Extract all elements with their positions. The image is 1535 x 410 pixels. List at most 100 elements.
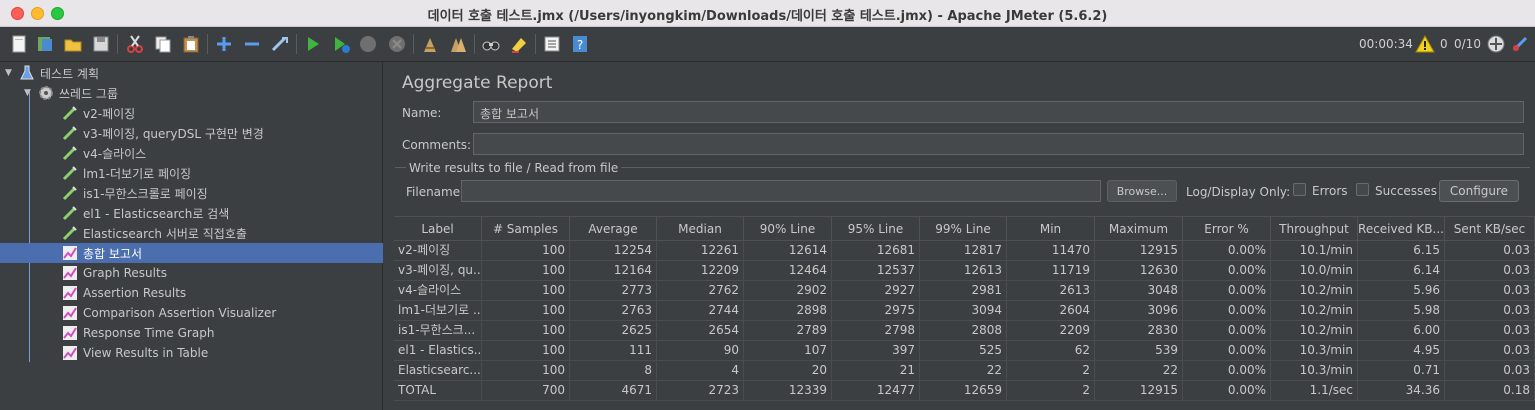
filename-input[interactable] <box>461 180 1101 202</box>
sampler-pipette-icon <box>62 125 78 141</box>
table-cell: 0.03 <box>1445 261 1535 281</box>
table-row[interactable]: v2-페이징 100 12254 12261 12614 12681 12817 11470 1… <box>394 241 1535 261</box>
tree-item-sampler[interactable]: v4-슬라이스 <box>0 143 383 163</box>
successes-label: Successes <box>1375 184 1437 198</box>
table-cell: 5.98 <box>1358 301 1445 321</box>
tree-item-sampler[interactable]: v2-페이징 <box>0 103 383 123</box>
column-header[interactable]: Throughput <box>1271 217 1358 242</box>
column-header[interactable]: Median <box>657 217 744 242</box>
configure-button[interactable]: Configure <box>1439 180 1519 202</box>
start-no-pauses-icon[interactable] <box>330 33 352 55</box>
clear-icon[interactable] <box>419 33 441 55</box>
column-header[interactable]: Label <box>394 217 482 242</box>
tree-item-label: v4-슬라이스 <box>83 146 147 161</box>
start-icon[interactable] <box>302 33 324 55</box>
log-viewer-icon[interactable] <box>1510 33 1532 55</box>
stop-icon[interactable] <box>357 33 379 55</box>
tree-item-sampler[interactable]: lm1-더보기로 페이징 <box>0 163 383 183</box>
column-header[interactable]: Error % <box>1183 217 1271 242</box>
templates-icon[interactable] <box>34 33 56 55</box>
file-group-title: Write results to file / Read from file <box>406 161 622 175</box>
listener-chart-icon <box>62 265 78 281</box>
gear-icon <box>38 85 54 101</box>
tree-item-label: lm1-더보기로 페이징 <box>83 166 192 181</box>
paste-icon[interactable] <box>180 33 202 55</box>
table-row[interactable]: v3-페이징, qu... 100 12164 12209 12464 12537 1261… <box>394 261 1535 281</box>
table-cell: 8 <box>570 361 657 381</box>
shutdown-icon[interactable] <box>386 33 408 55</box>
column-header[interactable]: Average <box>570 217 657 242</box>
tree-item-sampler[interactable]: Elasticsearch 서버로 직접호출 <box>0 223 383 243</box>
browse-button[interactable]: Browse... <box>1107 180 1177 202</box>
window-title: 데이터 호출 테스트.jmx (/Users/inyongkim/Downloa… <box>427 9 1108 24</box>
tree-item-listener[interactable]: Graph Results <box>0 263 383 283</box>
table-cell: 2209 <box>1007 321 1095 341</box>
column-header[interactable]: 99% Line <box>920 217 1007 242</box>
table-cell: 107 <box>744 341 832 361</box>
column-header[interactable]: Min <box>1007 217 1095 242</box>
search-binoculars-icon[interactable] <box>480 33 502 55</box>
tree-item-sampler[interactable]: v3-페이징, queryDSL 구현만 변경 <box>0 123 383 143</box>
table-cell: 2613 <box>1007 281 1095 301</box>
help-icon[interactable]: ? <box>569 33 591 55</box>
tree-item-label: Comparison Assertion Visualizer <box>83 306 277 320</box>
tree-item-label: 총합 보고서 <box>83 246 143 261</box>
column-header[interactable]: Maximum <box>1095 217 1183 242</box>
table-row-total[interactable]: TOTAL 700 4671 2723 12339 12477 12659 2 12915 0.0… <box>394 381 1535 401</box>
expand-arrow-icon[interactable]: ▼ <box>24 88 34 98</box>
tree-item-listener[interactable]: Response Time Graph <box>0 323 383 343</box>
column-header[interactable]: Received KB... <box>1358 217 1445 242</box>
listener-chart-icon <box>62 305 78 321</box>
listener-chart-icon <box>62 345 78 361</box>
table-cell: 11470 <box>1007 241 1095 261</box>
successes-checkbox[interactable] <box>1356 183 1369 196</box>
errors-checkbox[interactable] <box>1293 183 1306 196</box>
expand-arrow-icon[interactable]: ▼ <box>5 68 15 78</box>
tree-item-listener[interactable]: View Results in Table <box>0 343 383 363</box>
tree-item-thread-group[interactable]: ▼ 쓰레드 그룹 <box>0 83 383 103</box>
sampler-pipette-icon <box>62 105 78 121</box>
column-header[interactable]: # Samples <box>482 217 570 242</box>
collapse-icon[interactable] <box>241 33 263 55</box>
table-cell: 2898 <box>744 301 832 321</box>
tree-item-test-plan[interactable]: ▼ 테스트 계획 <box>0 63 383 83</box>
table-row[interactable]: el1 - Elastics... 100 111 90 107 397 525 62 539 0… <box>394 341 1535 361</box>
table-row[interactable]: lm1-더보기로 ... 100 2763 2744 2898 2975 3094 2604 3… <box>394 301 1535 321</box>
tree-item-listener[interactable]: Assertion Results <box>0 283 383 303</box>
save-icon[interactable] <box>90 33 112 55</box>
column-header[interactable]: 95% Line <box>832 217 920 242</box>
expand-icon[interactable] <box>213 33 235 55</box>
table-cell: 10.1/min <box>1271 241 1358 261</box>
table-row[interactable]: is1-무한스크... 100 2625 2654 2789 2798 2808 2209 28… <box>394 321 1535 341</box>
clear-all-icon[interactable] <box>447 33 469 55</box>
reset-search-icon[interactable] <box>508 33 530 55</box>
listener-chart-icon <box>62 285 78 301</box>
open-folder-icon[interactable] <box>62 33 84 55</box>
table-cell: 2902 <box>744 281 832 301</box>
tree-item-sampler[interactable]: is1-무한스크롤로 페이징 <box>0 183 383 203</box>
name-field[interactable]: 총합 보고서 <box>473 101 1524 123</box>
copy-icon[interactable] <box>152 33 174 55</box>
table-cell: 12817 <box>920 241 1007 261</box>
table-cell: 100 <box>482 281 570 301</box>
table-row[interactable]: v4-슬라이스 100 2773 2762 2902 2927 2981 2613 3048 0.… <box>394 281 1535 301</box>
cut-icon[interactable] <box>124 33 146 55</box>
sampler-pipette-icon <box>62 225 78 241</box>
table-cell: is1-무한스크... <box>394 321 482 341</box>
tree-item-listener[interactable]: Comparison Assertion Visualizer <box>0 303 383 323</box>
new-file-icon[interactable] <box>8 33 30 55</box>
tree-item-sampler[interactable]: el1 - Elasticsearch로 검색 <box>0 203 383 223</box>
column-header[interactable]: 90% Line <box>744 217 832 242</box>
table-cell: 6.00 <box>1358 321 1445 341</box>
function-helper-icon[interactable] <box>541 33 563 55</box>
tree-item-aggregate-report-selected[interactable]: 총합 보고서 <box>0 243 383 263</box>
toggle-icon[interactable] <box>269 33 291 55</box>
tree-item-label: 테스트 계획 <box>40 66 100 81</box>
table-cell: 6.14 <box>1358 261 1445 281</box>
comments-field[interactable] <box>473 133 1524 155</box>
aggregate-report-panel: Aggregate Report Name: 총합 보고서 Comments: … <box>384 62 1535 410</box>
sampler-pipette-icon <box>62 185 78 201</box>
warning-icon[interactable] <box>1414 33 1436 55</box>
column-header[interactable]: Sent KB/sec <box>1445 217 1535 242</box>
table-row[interactable]: Elasticsearc... 100 8 4 20 21 22 2 22 0.00% 10.3/m… <box>394 361 1535 381</box>
